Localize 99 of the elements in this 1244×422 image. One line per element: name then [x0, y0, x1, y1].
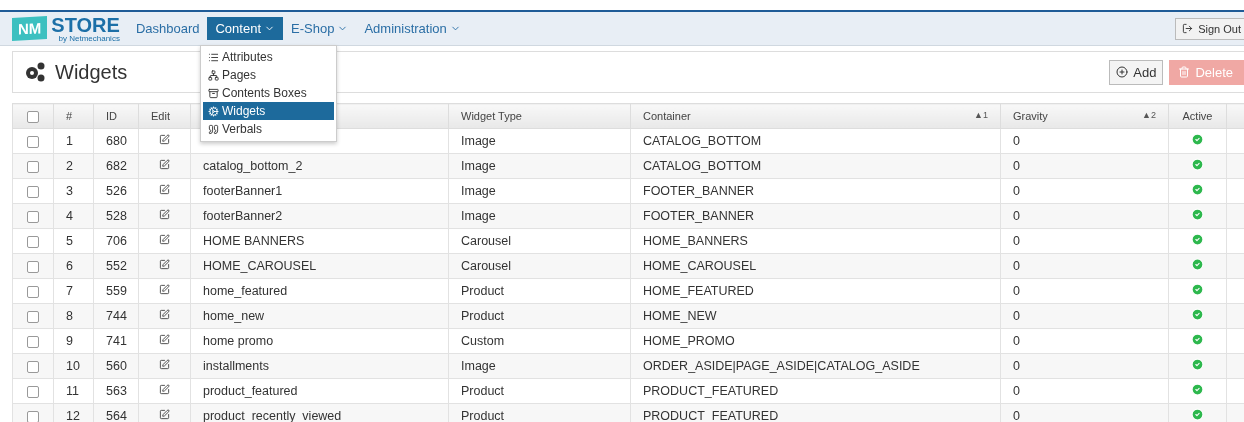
sign-out-icon — [1182, 23, 1194, 34]
row-checkbox[interactable] — [27, 185, 39, 198]
table-cell: 0 — [1000, 178, 1169, 204]
table-cell: Image — [448, 203, 631, 229]
table-cell: product_featured — [190, 378, 449, 404]
table-cell: 0 — [1000, 203, 1169, 229]
table-cell: Image — [448, 153, 631, 179]
sort-indicator: ▲2 — [1142, 110, 1156, 120]
row-checkbox[interactable] — [27, 210, 39, 223]
list-icon — [208, 51, 219, 63]
sort-indicator: ▲1 — [974, 110, 988, 120]
edit-icon[interactable] — [159, 159, 170, 170]
nav-item[interactable]: Content — [207, 17, 284, 40]
table-cell: 0 — [1000, 228, 1169, 254]
table-cell: home promo — [190, 328, 449, 354]
edit-icon[interactable] — [159, 409, 170, 420]
sign-out-button[interactable]: Sign Out — [1175, 17, 1244, 40]
menu-item[interactable]: Contents Boxes — [203, 84, 334, 102]
add-button[interactable]: Add — [1109, 59, 1164, 85]
table-cell: HOME_FEATURED — [630, 278, 1001, 304]
table-cell: footerBanner1 — [190, 178, 449, 204]
column-header[interactable]: # — [53, 103, 94, 129]
menu-item[interactable]: Widgets — [203, 102, 334, 120]
row-checkbox[interactable] — [27, 160, 39, 173]
table-cell: home_new — [190, 303, 449, 329]
table-cell: 0 — [1000, 303, 1169, 329]
row-checkbox[interactable] — [27, 260, 39, 273]
table-cell: Product — [448, 303, 631, 329]
column-header[interactable]: Active — [1168, 103, 1227, 129]
select-all-checkbox[interactable] — [27, 110, 39, 123]
edit-icon[interactable] — [159, 234, 170, 245]
table-cell: Product — [448, 278, 631, 304]
nav-item[interactable]: Dashboard — [127, 17, 208, 40]
table-cell: home_featured — [190, 278, 449, 304]
table-cell: FOOTER_BANNER — [630, 203, 1001, 229]
table-cell: 0 — [1000, 128, 1169, 154]
edit-icon[interactable] — [159, 284, 170, 295]
table-cell: Image — [448, 353, 631, 379]
edit-icon[interactable] — [159, 384, 170, 395]
edit-icon[interactable] — [159, 259, 170, 270]
edit-icon[interactable] — [159, 134, 170, 145]
row-checkbox[interactable] — [27, 385, 39, 398]
table-cell: HOME_CAROUSEL — [630, 253, 1001, 279]
edit-icon[interactable] — [159, 184, 170, 195]
table-cell: HOME_NEW — [630, 303, 1001, 329]
row-checkbox[interactable] — [27, 410, 39, 422]
table-cell: Product — [448, 378, 631, 404]
logo-badge: NM — [12, 16, 48, 41]
menu-item[interactable]: Pages — [203, 66, 334, 84]
column-header[interactable]: Gravity — [1013, 110, 1048, 122]
table-cell: HOME BANNERS — [190, 228, 449, 254]
nav-item[interactable]: E-Shop — [283, 17, 357, 40]
archive-icon — [208, 87, 219, 99]
table-cell: HOME_CAROUSEL — [190, 253, 449, 279]
column-header[interactable]: ID — [93, 103, 139, 129]
table-cell: Custom — [448, 328, 631, 354]
row-checkbox[interactable] — [27, 335, 39, 348]
edit-icon[interactable] — [159, 309, 170, 320]
row-checkbox[interactable] — [27, 310, 39, 323]
column-header[interactable]: Edit — [138, 103, 191, 129]
quote-icon — [208, 123, 219, 135]
table-cell: 0 — [1000, 278, 1169, 304]
row-checkbox[interactable] — [27, 135, 39, 148]
table-cell: Carousel — [448, 228, 631, 254]
trash-icon — [1178, 66, 1191, 78]
page-title: Widgets — [55, 60, 128, 84]
nav-item[interactable]: Administration — [356, 17, 469, 40]
sitemap-icon — [208, 69, 219, 81]
logo-name: STORE — [51, 14, 120, 35]
logo-tagline: by Netmechanics — [58, 34, 120, 43]
table-cell: 0 — [1000, 253, 1169, 279]
menu-item[interactable]: Attributes — [203, 48, 334, 66]
table-cell: 0 — [1000, 378, 1169, 404]
table-cell: installments — [190, 353, 449, 379]
table-cell: HOME_BANNERS — [630, 228, 1001, 254]
table-cell: catalog_bottom_2 — [190, 153, 449, 179]
table-cell: Carousel — [448, 253, 631, 279]
row-checkbox[interactable] — [27, 235, 39, 248]
table-cell: HOME_PROMO — [630, 328, 1001, 354]
plus-icon — [1116, 66, 1129, 78]
edit-icon[interactable] — [159, 334, 170, 345]
edit-icon[interactable] — [159, 359, 170, 370]
table-cell: 0 — [1000, 328, 1169, 354]
row-checkbox[interactable] — [27, 285, 39, 298]
table-cell: Image — [448, 128, 631, 154]
edit-icon[interactable] — [159, 209, 170, 220]
table-cell: CATALOG_BOTTOM — [630, 153, 1001, 179]
table-cell: PRODUCT_FEATURED — [630, 378, 1001, 404]
table-cell: ORDER_ASIDE|PAGE_ASIDE|CATALOG_ASIDE — [630, 353, 1001, 379]
table-cell: CATALOG_BOTTOM — [630, 128, 1001, 154]
table-cell: 0 — [1000, 353, 1169, 379]
table-cell: footerBanner2 — [190, 203, 449, 229]
table-cell: Image — [448, 178, 631, 204]
menu-item[interactable]: Verbals — [203, 120, 334, 138]
row-checkbox[interactable] — [27, 360, 39, 373]
column-header[interactable]: Container — [643, 110, 691, 122]
table-cell: FOOTER_BANNER — [630, 178, 1001, 204]
column-header[interactable]: Widget Type — [461, 110, 522, 122]
table-cell: 0 — [1000, 153, 1169, 179]
